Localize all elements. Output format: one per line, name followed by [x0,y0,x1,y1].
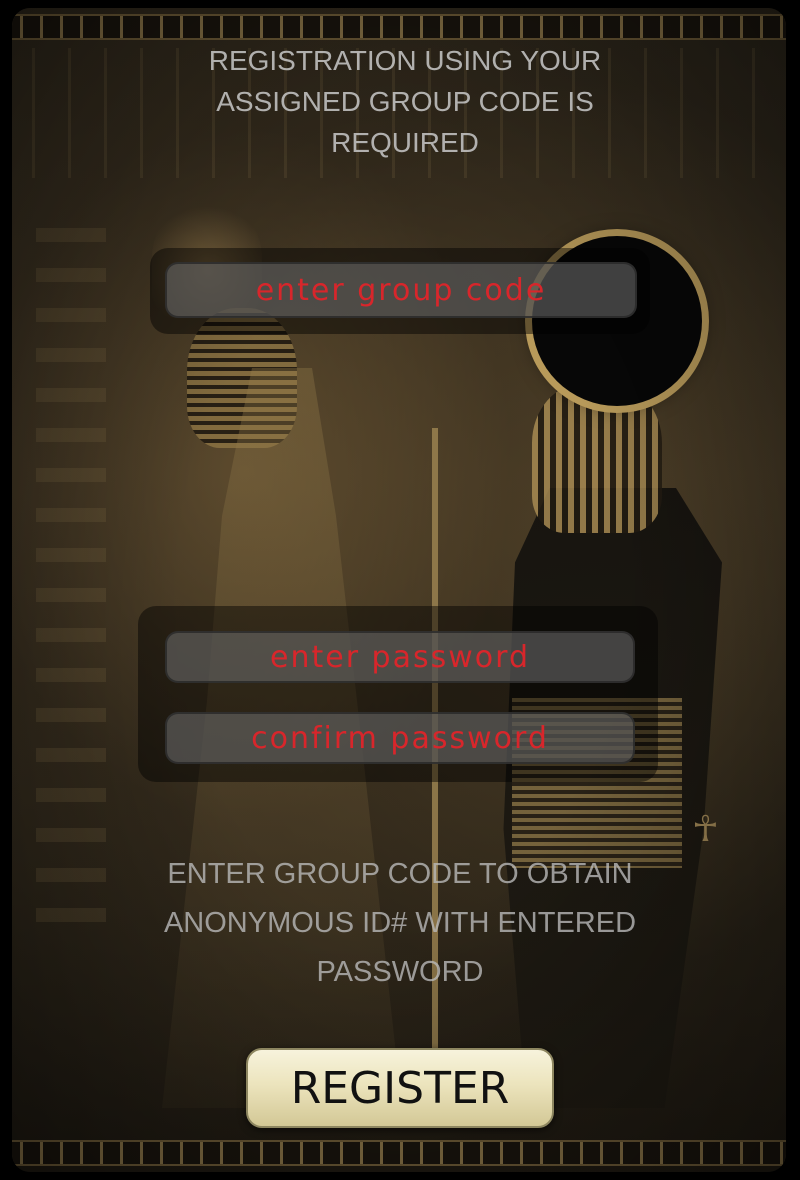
instructions-text: ENTER GROUP CODE TO OBTAIN ANONYMOUS ID#… [163,858,637,988]
register-button[interactable]: REGISTER [246,1048,554,1128]
confirm-password-input[interactable] [165,712,635,764]
vignette [12,8,786,1172]
group-code-input[interactable] [165,262,637,318]
registration-heading: REGISTRATION USING YOUR ASSIGNED GROUP C… [208,45,602,158]
password-input[interactable] [165,631,635,683]
background-artwork: ☥ [12,8,786,1172]
